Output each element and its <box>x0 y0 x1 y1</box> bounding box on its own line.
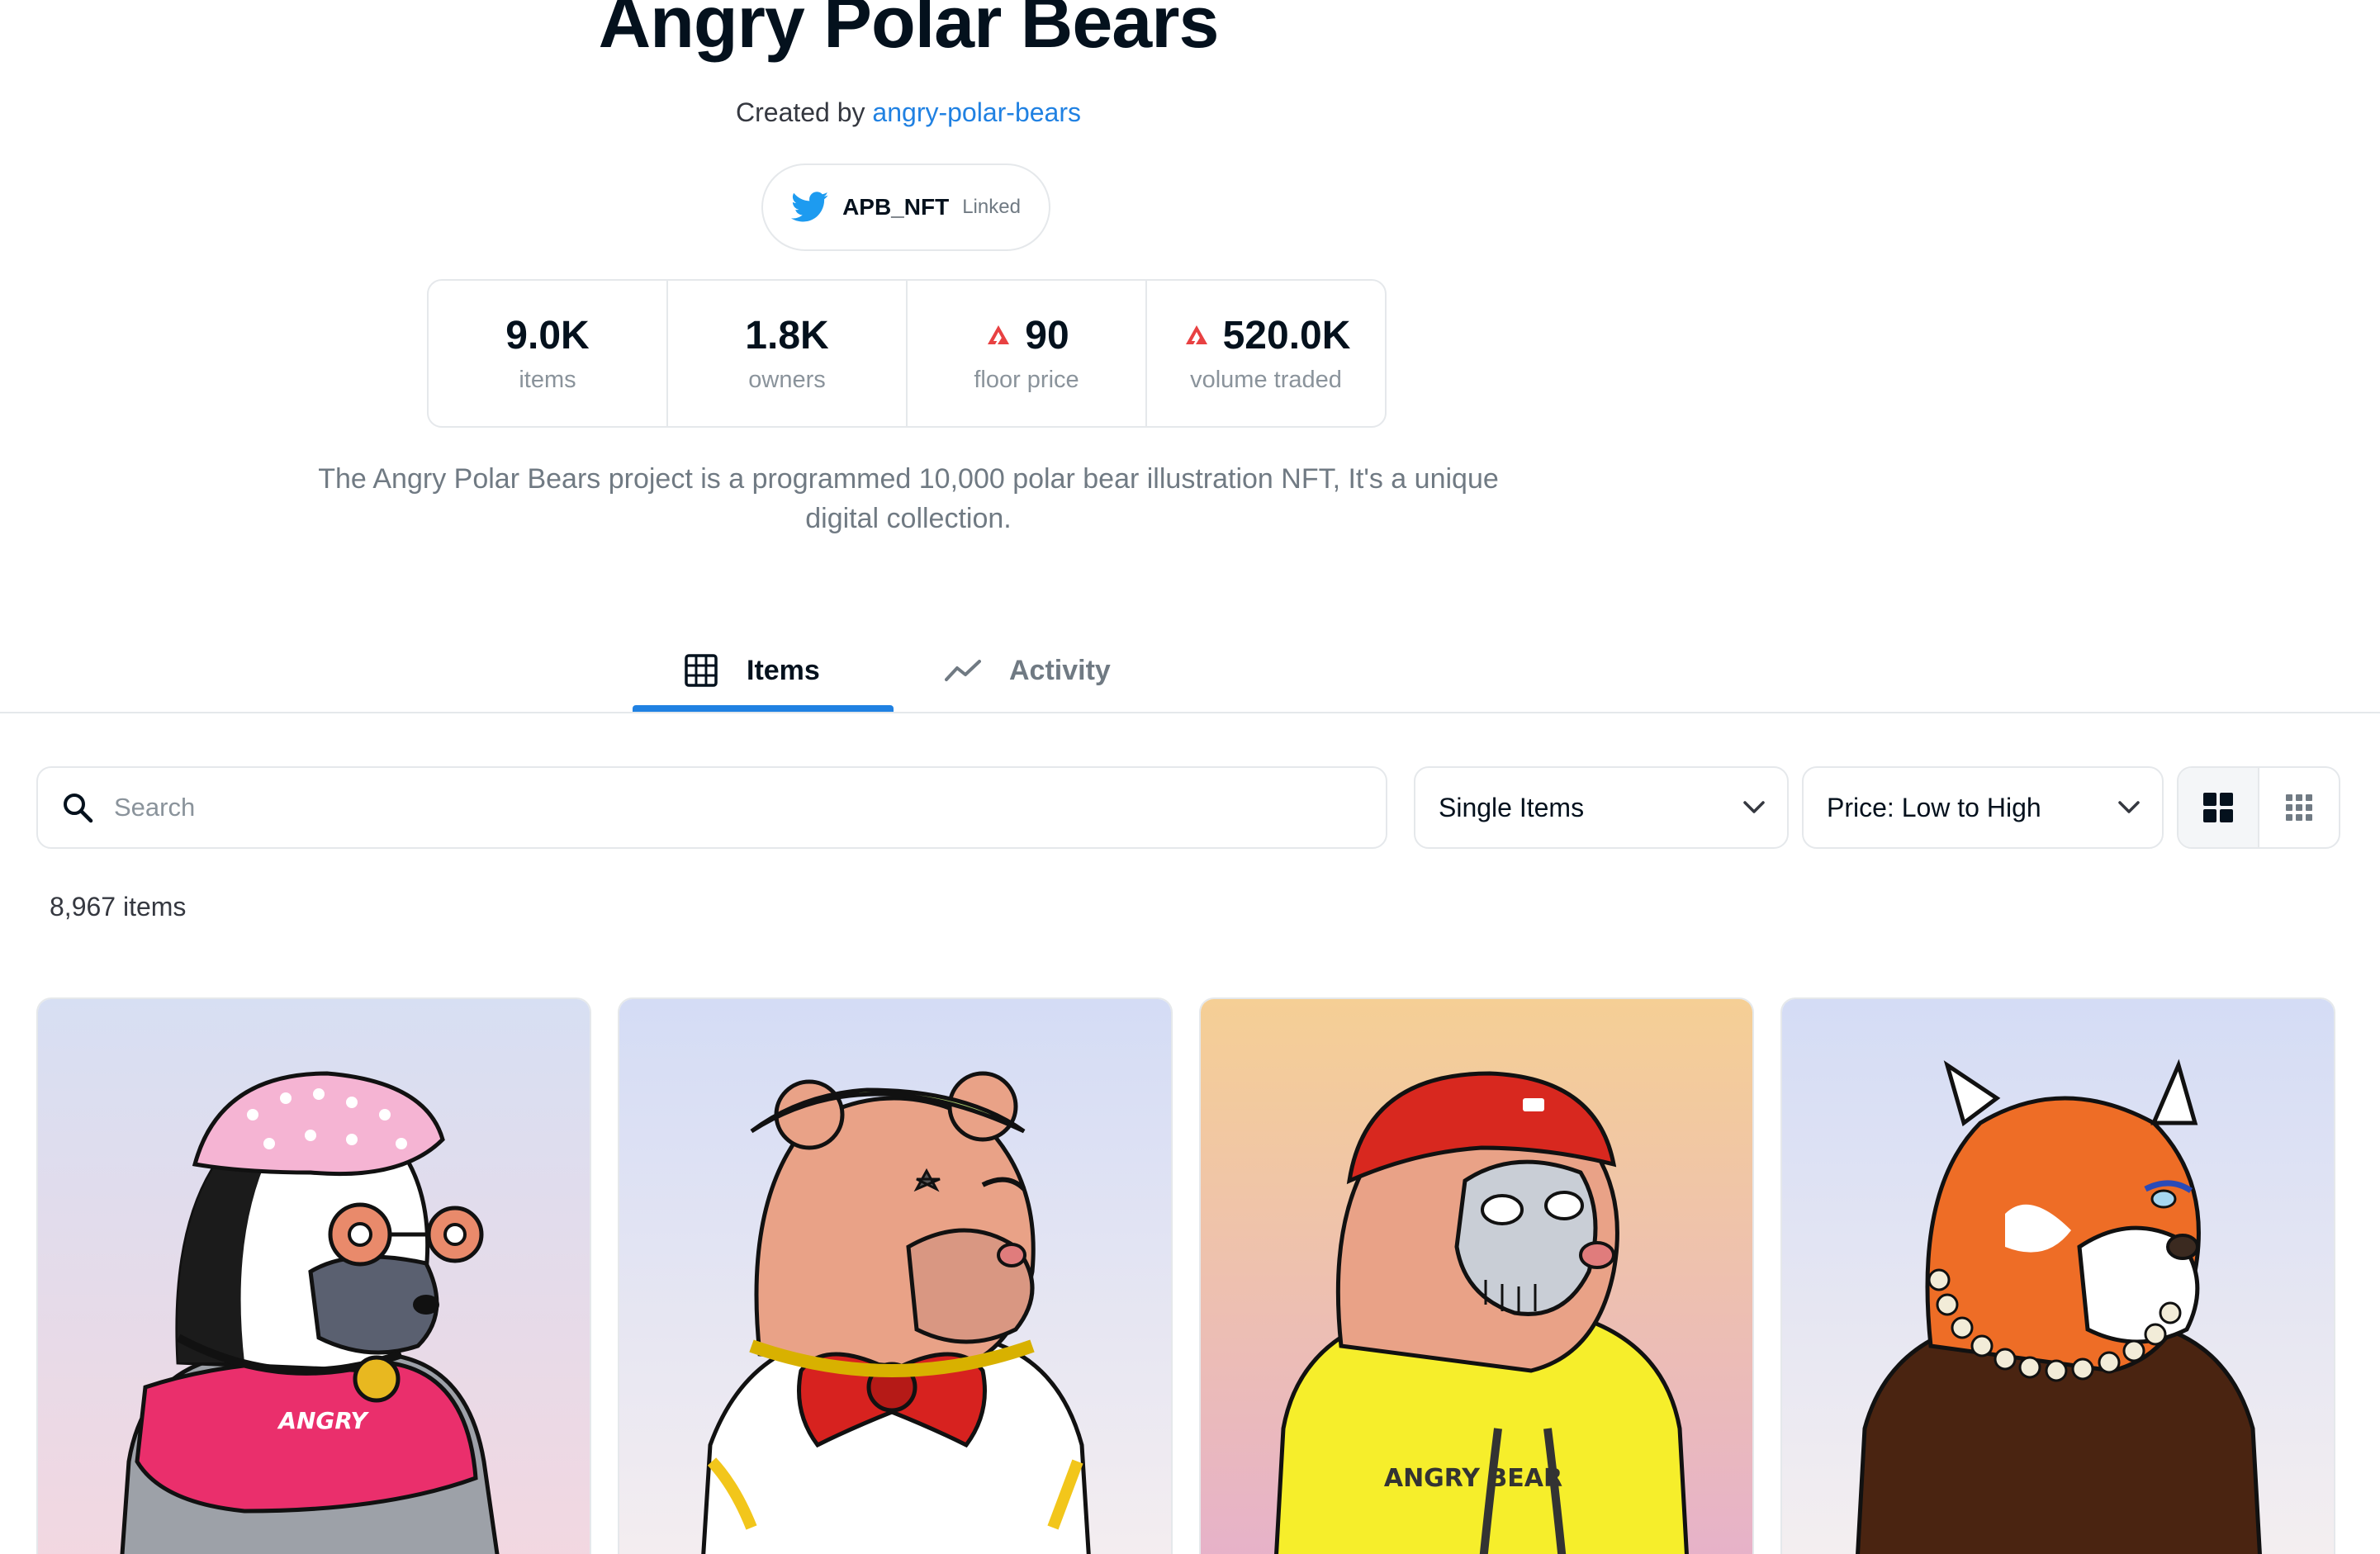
card-shirt-text: ANGRY BEAR <box>1384 1464 1562 1493</box>
stat-value: 1.8K <box>745 314 829 358</box>
twitter-linked-status: Linked <box>962 196 1021 218</box>
tab-items[interactable]: Items <box>684 629 820 712</box>
search-box[interactable] <box>36 766 1387 849</box>
item-type-select[interactable]: Single Items <box>1414 766 1789 849</box>
nft-image <box>619 999 1171 1554</box>
avax-coin-icon <box>984 321 1013 350</box>
nft-image: ANGRY BEAR <box>1201 999 1752 1554</box>
tabs-divider <box>0 712 2380 713</box>
nft-card[interactable] <box>618 997 1173 1554</box>
stat-value: 520.0K <box>1222 314 1351 358</box>
sort-select[interactable]: Price: Low to High <box>1802 766 2164 849</box>
creator-link[interactable]: angry-polar-bears <box>872 97 1081 127</box>
nft-card[interactable] <box>1780 997 2335 1554</box>
nft-card[interactable]: ANGRY <box>36 997 591 1554</box>
collection-description: The Angry Polar Bears project is a progr… <box>318 463 1499 534</box>
twitter-handle: APB_NFT <box>842 194 950 220</box>
stat-items[interactable]: 9.0K items <box>429 281 668 426</box>
tab-items-label: Items <box>747 654 820 686</box>
trending-line-icon <box>945 660 981 681</box>
created-by-prefix: Created by <box>736 97 865 127</box>
stat-label: owners <box>748 367 826 393</box>
collection-stats: 9.0K items 1.8K owners 90 floor price 52… <box>427 279 1387 428</box>
collection-title: Angry Polar Bears <box>598 0 1220 63</box>
stat-value: 90 <box>1025 314 1069 358</box>
chevron-down-icon <box>1743 801 1765 813</box>
small-grid-icon <box>2286 794 2312 821</box>
stat-label: items <box>519 367 576 393</box>
stat-value-row: 520.0K <box>1182 313 1351 358</box>
stat-value: 9.0K <box>505 314 590 358</box>
search-icon <box>64 794 93 823</box>
nft-image <box>1782 999 2334 1554</box>
large-grid-icon <box>2203 793 2233 822</box>
view-mode-toggle <box>2177 766 2340 849</box>
search-input[interactable] <box>112 792 1272 823</box>
card-shirt-text: ANGRY <box>277 1407 369 1434</box>
avax-coin-icon <box>1182 321 1211 350</box>
stat-volume-traded[interactable]: 520.0K volume traded <box>1147 281 1385 426</box>
sort-selected: Price: Low to High <box>1827 792 2041 822</box>
tab-activity-label: Activity <box>1009 654 1111 686</box>
collection-page: Angry Polar Bears Created by angry-polar… <box>0 0 2380 1554</box>
stat-label: floor price <box>974 367 1079 393</box>
item-type-selected: Single Items <box>1439 792 1585 822</box>
grid-icon <box>685 654 718 687</box>
twitter-link-pill[interactable]: APB_NFT Linked <box>761 163 1050 251</box>
stat-label: volume traded <box>1190 367 1342 393</box>
stat-value-row: 90 <box>984 313 1069 358</box>
created-by-line: Created by angry-polar-bears <box>0 97 1817 128</box>
item-count: 8,967 items <box>50 892 187 922</box>
active-tab-indicator <box>633 705 894 712</box>
large-grid-view-button[interactable] <box>2179 768 2259 847</box>
tab-activity[interactable]: Activity <box>945 629 1111 712</box>
stat-owners[interactable]: 1.8K owners <box>668 281 908 426</box>
small-grid-view-button[interactable] <box>2259 768 2339 847</box>
nft-card[interactable]: ANGRY BEAR <box>1199 997 1754 1554</box>
chevron-down-icon <box>2118 801 2140 813</box>
twitter-icon <box>791 192 829 222</box>
stat-floor-price[interactable]: 90 floor price <box>908 281 1147 426</box>
nft-image: ANGRY <box>38 999 590 1554</box>
